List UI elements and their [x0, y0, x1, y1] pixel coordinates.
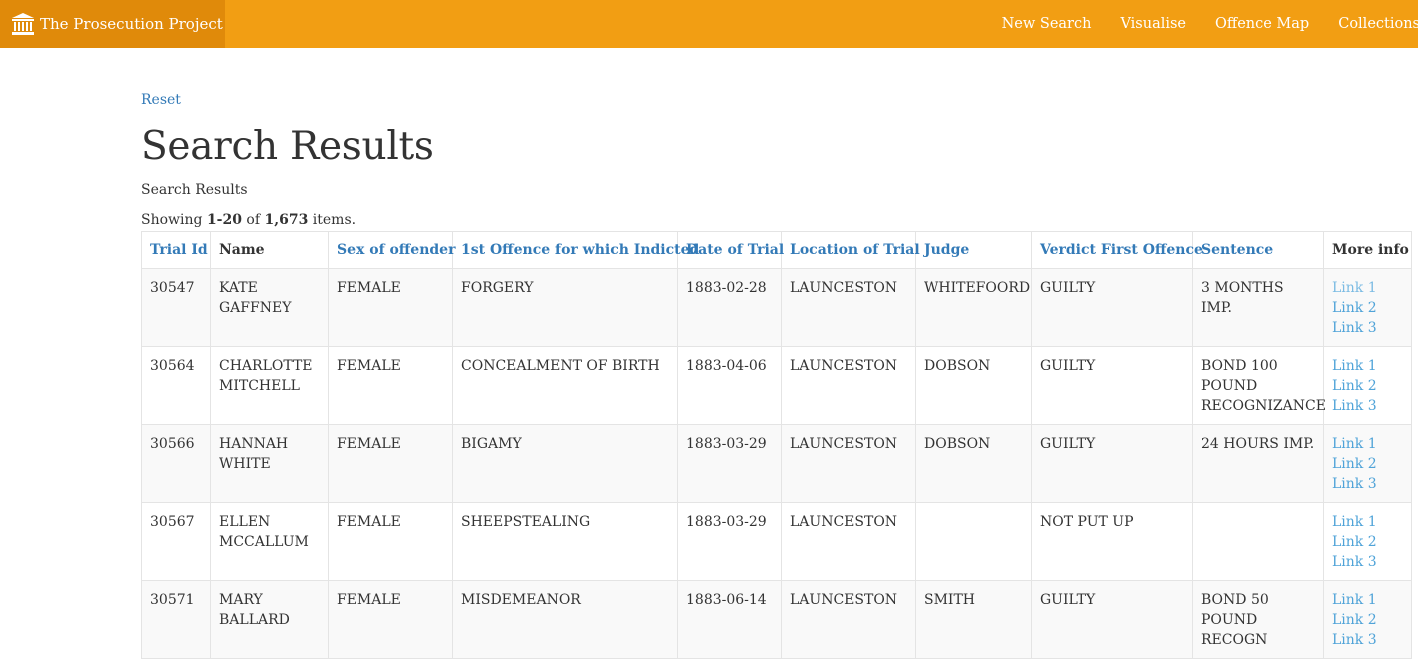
cell-offence: FORGERY — [452, 268, 678, 347]
link-3[interactable]: Link 3 — [1332, 630, 1403, 650]
cell-verdict: NOT PUT UP — [1031, 502, 1193, 581]
link-2[interactable]: Link 2 — [1332, 532, 1403, 552]
cell-sex: FEMALE — [328, 424, 453, 503]
table-row: 30567 ELLEN MCCALLUM FEMALE SHEEPSTEALIN… — [141, 502, 1412, 581]
cell-location: LAUNCESTON — [781, 268, 916, 347]
cell-date: 1883-03-29 — [677, 502, 782, 581]
header-verdict[interactable]: Verdict First Offence — [1031, 231, 1203, 269]
cell-sex: FEMALE — [328, 502, 453, 581]
nav-visualise[interactable]: Visualise — [1120, 16, 1186, 32]
cell-name: MARY BALLARD — [210, 580, 329, 659]
cell-location: LAUNCESTON — [781, 580, 916, 659]
top-navbar: The Prosecution Project New Search Visua… — [0, 0, 1418, 48]
nav-offence-map[interactable]: Offence Map — [1215, 16, 1309, 32]
link-1[interactable]: Link 1 — [1332, 356, 1403, 376]
results-total: 1,673 — [264, 212, 309, 228]
header-name: Name — [210, 231, 329, 269]
page-subtitle: Search Results — [141, 182, 248, 198]
cell-name: ELLEN MCCALLUM — [210, 502, 329, 581]
link-2[interactable]: Link 2 — [1332, 610, 1403, 630]
cell-name: HANNAH WHITE — [210, 424, 329, 503]
header-date[interactable]: Date of Trial — [677, 231, 784, 269]
results-range: 1-20 — [206, 212, 242, 228]
header-sex[interactable]: Sex of offender — [328, 231, 455, 269]
header-location[interactable]: Location of Trial — [781, 231, 920, 269]
nav-new-search[interactable]: New Search — [1002, 16, 1092, 32]
nav-collections[interactable]: Collections — [1338, 16, 1418, 32]
building-icon — [12, 13, 34, 35]
results-table: Trial Id Name Sex of offender 1st Offenc… — [141, 231, 1412, 659]
cell-trial-id: 30547 — [141, 268, 211, 347]
header-judge[interactable]: Judge — [915, 231, 1032, 269]
cell-sex: FEMALE — [328, 268, 453, 347]
cell-verdict: GUILTY — [1031, 346, 1193, 425]
cell-judge: SMITH — [915, 580, 1032, 659]
cell-location: LAUNCESTON — [781, 502, 916, 581]
cell-judge: DOBSON — [915, 424, 1032, 503]
header-trial-id[interactable]: Trial Id — [141, 231, 211, 269]
link-1[interactable]: Link 1 — [1332, 590, 1403, 610]
cell-location: LAUNCESTON — [781, 346, 916, 425]
cell-verdict: GUILTY — [1031, 424, 1193, 503]
cell-more-info: Link 1 Link 2 Link 3 — [1323, 502, 1412, 581]
header-sentence[interactable]: Sentence — [1192, 231, 1324, 269]
cell-name: KATE GAFFNEY — [210, 268, 329, 347]
link-3[interactable]: Link 3 — [1332, 396, 1403, 416]
link-3[interactable]: Link 3 — [1332, 552, 1403, 572]
table-row: 30571 MARY BALLARD FEMALE MISDEMEANOR 18… — [141, 580, 1412, 659]
cell-more-info: Link 1 Link 2 Link 3 — [1323, 424, 1412, 503]
cell-sex: FEMALE — [328, 346, 453, 425]
cell-sentence: BOND 100 POUND RECOGNIZANCE — [1192, 346, 1326, 425]
cell-sentence: 24 HOURS IMP. — [1192, 424, 1324, 503]
brand-link[interactable]: The Prosecution Project — [0, 0, 225, 48]
link-2[interactable]: Link 2 — [1332, 298, 1403, 318]
cell-offence: SHEEPSTEALING — [452, 502, 678, 581]
link-3[interactable]: Link 3 — [1332, 474, 1403, 494]
header-more-info: More info — [1323, 231, 1412, 269]
link-1[interactable]: Link 1 — [1332, 278, 1403, 298]
table-header-row: Trial Id Name Sex of offender 1st Offenc… — [141, 231, 1412, 269]
cell-verdict: GUILTY — [1031, 580, 1193, 659]
link-1[interactable]: Link 1 — [1332, 512, 1403, 532]
cell-name: CHARLOTTE MITCHELL — [210, 346, 329, 425]
cell-more-info: Link 1 Link 2 Link 3 — [1323, 268, 1412, 347]
cell-judge: WHITEFOORD — [915, 268, 1032, 347]
cell-trial-id: 30566 — [141, 424, 211, 503]
cell-offence: CONCEALMENT OF BIRTH — [452, 346, 678, 425]
cell-offence: MISDEMEANOR — [452, 580, 678, 659]
cell-sex: FEMALE — [328, 580, 453, 659]
brand-title: The Prosecution Project — [40, 15, 223, 33]
cell-sentence: 3 MONTHS IMP. — [1192, 268, 1324, 347]
cell-sentence — [1192, 502, 1324, 581]
nav-links: New Search Visualise Offence Map Collect… — [1002, 0, 1418, 48]
cell-verdict: GUILTY — [1031, 268, 1193, 347]
cell-date: 1883-06-14 — [677, 580, 782, 659]
cell-more-info: Link 1 Link 2 Link 3 — [1323, 346, 1412, 425]
cell-trial-id: 30567 — [141, 502, 211, 581]
table-row: 30566 HANNAH WHITE FEMALE BIGAMY 1883-03… — [141, 424, 1412, 503]
cell-date: 1883-02-28 — [677, 268, 782, 347]
page-title: Search Results — [141, 124, 434, 169]
reset-link[interactable]: Reset — [141, 92, 181, 108]
cell-sentence: BOND 50 POUND RECOGN — [1192, 580, 1324, 659]
link-1[interactable]: Link 1 — [1332, 434, 1403, 454]
link-2[interactable]: Link 2 — [1332, 454, 1403, 474]
link-3[interactable]: Link 3 — [1332, 318, 1403, 338]
cell-more-info: Link 1 Link 2 Link 3 — [1323, 580, 1412, 659]
table-row: 30564 CHARLOTTE MITCHELL FEMALE CONCEALM… — [141, 346, 1412, 425]
cell-date: 1883-03-29 — [677, 424, 782, 503]
cell-trial-id: 30564 — [141, 346, 211, 425]
cell-trial-id: 30571 — [141, 580, 211, 659]
cell-offence: BIGAMY — [452, 424, 678, 503]
cell-location: LAUNCESTON — [781, 424, 916, 503]
table-row: 30547 KATE GAFFNEY FEMALE FORGERY 1883-0… — [141, 268, 1412, 347]
link-2[interactable]: Link 2 — [1332, 376, 1403, 396]
cell-judge — [915, 502, 1032, 581]
results-summary: Showing 1-20 of 1,673 items. — [141, 212, 357, 228]
cell-date: 1883-04-06 — [677, 346, 782, 425]
header-offence[interactable]: 1st Offence for which Indicted — [452, 231, 699, 269]
cell-judge: DOBSON — [915, 346, 1032, 425]
